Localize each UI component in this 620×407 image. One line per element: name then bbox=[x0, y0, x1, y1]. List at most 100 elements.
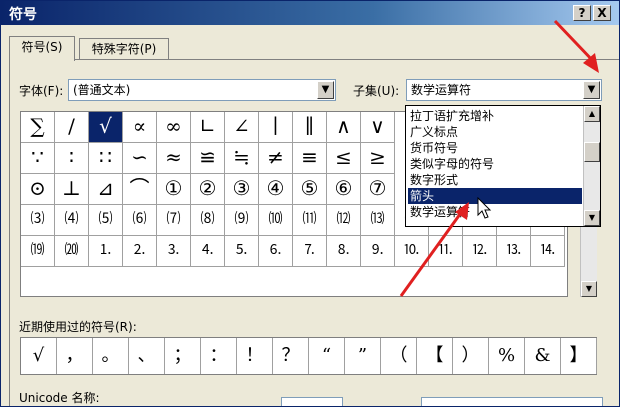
recent-symbol-cell[interactable]: 、 bbox=[129, 338, 165, 374]
tab-symbols[interactable]: 符号(S) bbox=[9, 36, 75, 61]
symbol-cell[interactable]: ⊥ bbox=[55, 174, 89, 205]
symbol-cell[interactable]: ≤ bbox=[327, 143, 361, 174]
character-code-box[interactable] bbox=[421, 397, 603, 406]
symbol-cell[interactable]: ① bbox=[157, 174, 191, 205]
symbol-cell[interactable]: ⑷ bbox=[55, 205, 89, 236]
scroll-down-icon[interactable]: ▼ bbox=[584, 210, 600, 226]
symbol-cell[interactable]: ③ bbox=[225, 174, 259, 205]
symbol-cell[interactable]: ∷ bbox=[89, 143, 123, 174]
recent-symbol-cell[interactable]: ： bbox=[201, 338, 237, 374]
symbol-cell[interactable]: ⑹ bbox=[123, 205, 157, 236]
symbol-cell[interactable]: ⑤ bbox=[293, 174, 327, 205]
symbol-cell[interactable]: ∞ bbox=[157, 112, 191, 143]
symbol-cell[interactable]: ∽ bbox=[123, 143, 157, 174]
symbol-cell[interactable]: ∝ bbox=[123, 112, 157, 143]
symbol-cell[interactable]: ⒋ bbox=[191, 236, 225, 267]
symbol-cell[interactable]: ∵ bbox=[21, 143, 55, 174]
symbol-cell[interactable]: / bbox=[55, 112, 89, 143]
scroll-up-icon[interactable]: ▲ bbox=[584, 106, 600, 122]
symbol-cell[interactable]: ≠ bbox=[259, 143, 293, 174]
symbol-cell[interactable]: ∠ bbox=[225, 112, 259, 143]
subset-option[interactable]: 货币符号 bbox=[408, 140, 582, 156]
recent-symbol-cell[interactable]: ！ bbox=[237, 338, 273, 374]
recent-symbol-cell[interactable]: 【 bbox=[417, 338, 453, 374]
recent-symbol-cell[interactable]: （ bbox=[381, 338, 417, 374]
symbol-cell[interactable]: ⒇ bbox=[55, 236, 89, 267]
symbol-cell[interactable]: ⒐ bbox=[361, 236, 395, 267]
symbol-cell[interactable]: ≥ bbox=[361, 143, 395, 174]
symbol-cell[interactable]: ⒊ bbox=[157, 236, 191, 267]
recent-symbol-cell[interactable]: “ bbox=[309, 338, 345, 374]
recent-symbol-cell[interactable]: & bbox=[525, 338, 561, 374]
symbol-cell[interactable]: ⑶ bbox=[21, 205, 55, 236]
symbol-cell[interactable]: ≒ bbox=[225, 143, 259, 174]
symbol-cell[interactable]: ∟ bbox=[191, 112, 225, 143]
recent-symbol-cell[interactable]: ” bbox=[345, 338, 381, 374]
recent-symbol-cell[interactable]: ， bbox=[57, 338, 93, 374]
symbol-cell[interactable]: ⒕ bbox=[531, 236, 565, 267]
unicode-name-value-box bbox=[281, 397, 343, 406]
annotation-arrow-to-dropdown bbox=[553, 19, 599, 73]
recent-symbol-cell[interactable]: √ bbox=[21, 338, 57, 374]
recent-symbols[interactable]: √，。、；：！？ “” （【）% &】 bbox=[20, 337, 597, 375]
symbol-cell[interactable]: ∧ bbox=[327, 112, 361, 143]
dropdown-scrollbar[interactable]: ▲ ▼ bbox=[583, 106, 600, 226]
symbol-cell[interactable]: ∶ bbox=[55, 143, 89, 174]
recent-symbol-cell[interactable]: ？ bbox=[273, 338, 309, 374]
recent-symbol-cell[interactable]: 。 bbox=[93, 338, 129, 374]
subset-combo[interactable]: 数学运算符 ▼ bbox=[406, 79, 602, 101]
recent-symbol-cell[interactable]: ； bbox=[165, 338, 201, 374]
symbol-cell[interactable]: ⒈ bbox=[89, 236, 123, 267]
symbol-cell[interactable]: ≈ bbox=[157, 143, 191, 174]
symbol-cell[interactable]: ⒏ bbox=[327, 236, 361, 267]
chevron-down-icon[interactable]: ▼ bbox=[583, 81, 600, 99]
symbol-cell[interactable]: ≡ bbox=[293, 143, 327, 174]
symbol-cell[interactable]: ⒔ bbox=[497, 236, 531, 267]
symbol-cell[interactable]: ⒌ bbox=[225, 236, 259, 267]
symbol-cell[interactable]: ⑿ bbox=[327, 205, 361, 236]
symbol-cell[interactable]: ∣ bbox=[259, 112, 293, 143]
symbol-cell[interactable]: ∑ bbox=[21, 112, 55, 143]
chevron-down-icon[interactable]: ▼ bbox=[317, 81, 334, 99]
symbol-cell[interactable]: ⑾ bbox=[293, 205, 327, 236]
symbol-cell[interactable]: ⒆ bbox=[21, 236, 55, 267]
scroll-thumb[interactable] bbox=[584, 142, 600, 162]
symbol-cell[interactable]: ⌒ bbox=[123, 174, 157, 205]
symbol-cell[interactable]: ≌ bbox=[191, 143, 225, 174]
font-label: 字体(F): bbox=[19, 84, 64, 98]
symbol-cell[interactable]: ⑥ bbox=[327, 174, 361, 205]
symbol-cell[interactable]: ⊙ bbox=[21, 174, 55, 205]
subset-value: 数学运算符 bbox=[411, 83, 472, 97]
symbol-cell[interactable]: ∥ bbox=[293, 112, 327, 143]
symbol-cell[interactable]: ⒉ bbox=[123, 236, 157, 267]
tab-special-characters[interactable]: 特殊字符(P) bbox=[79, 38, 169, 60]
symbol-cell[interactable]: ⒍ bbox=[259, 236, 293, 267]
symbol-cell[interactable]: ④ bbox=[259, 174, 293, 205]
title-bar[interactable]: 符号 ? X bbox=[1, 1, 619, 25]
symbol-cell[interactable]: ⑽ bbox=[259, 205, 293, 236]
symbol-cell[interactable]: ⑼ bbox=[225, 205, 259, 236]
mouse-cursor-icon bbox=[477, 197, 492, 219]
symbol-cell[interactable]: ⑦ bbox=[361, 174, 395, 205]
arrow-head bbox=[583, 53, 599, 73]
subset-option[interactable]: 广义标点 bbox=[408, 124, 582, 140]
font-combo[interactable]: (普通文本) ▼ bbox=[68, 79, 336, 101]
symbol-cell[interactable]: ∨ bbox=[361, 112, 395, 143]
symbol-cell[interactable]: ⊿ bbox=[89, 174, 123, 205]
recent-symbol-cell[interactable]: 】 bbox=[561, 338, 597, 374]
recent-symbol-cell[interactable]: % bbox=[489, 338, 525, 374]
symbol-cell[interactable]: ⒀ bbox=[361, 205, 395, 236]
font-value: (普通文本) bbox=[73, 83, 131, 97]
symbol-cell[interactable]: ② bbox=[191, 174, 225, 205]
symbol-cell[interactable]: ⑸ bbox=[89, 205, 123, 236]
symbol-cell[interactable]: ⑻ bbox=[191, 205, 225, 236]
symbol-cell[interactable]: ⑺ bbox=[157, 205, 191, 236]
recent-symbol-cell[interactable]: ） bbox=[453, 338, 489, 374]
subset-option[interactable]: 数字形式 bbox=[408, 172, 582, 188]
recent-symbols-label: 近期使用过的符号(R): bbox=[19, 320, 137, 334]
subset-option[interactable]: 拉丁语扩充增补 bbox=[408, 108, 582, 124]
symbol-cell[interactable]: ⒎ bbox=[293, 236, 327, 267]
subset-option[interactable]: 类似字母的符号 bbox=[408, 156, 582, 172]
scroll-down-icon[interactable]: ▼ bbox=[581, 281, 597, 297]
symbol-cell[interactable]: √ bbox=[89, 112, 123, 143]
